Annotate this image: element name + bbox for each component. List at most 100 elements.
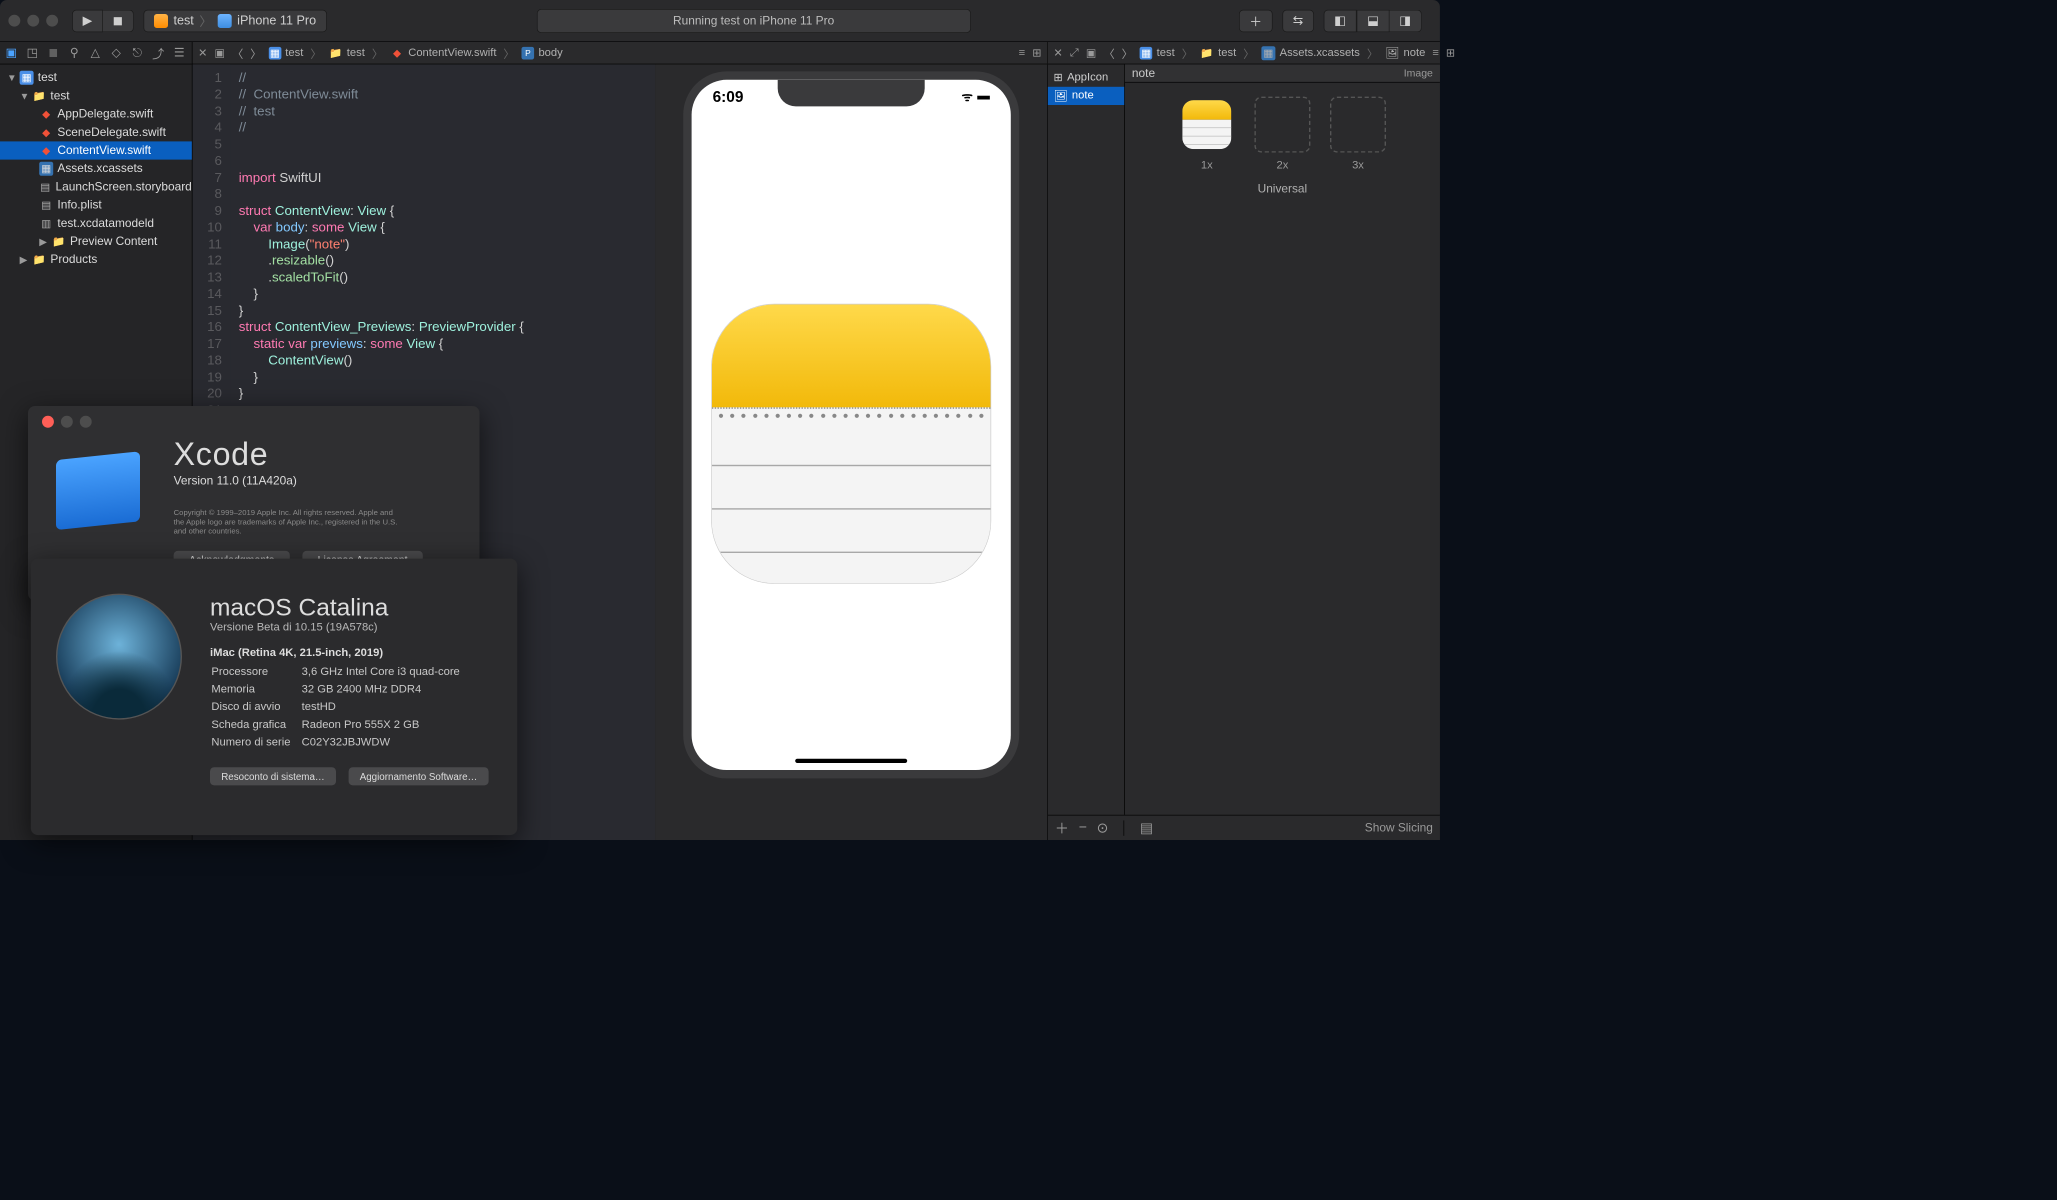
about-copyright: Copyright © 1999–2019 Apple Inc. All rig…	[174, 509, 398, 537]
asset-slot-2x[interactable]: 2x	[1254, 97, 1310, 173]
editor-options-icon[interactable]: ≡	[1432, 47, 1439, 60]
library-button[interactable]: ＋	[1239, 9, 1273, 31]
xcode-app-icon	[42, 435, 154, 540]
run-button[interactable]: ▶	[72, 9, 103, 31]
jumpbar-segment[interactable]: ▦Assets.xcassets	[1261, 46, 1359, 60]
back-icon[interactable]: 〈	[232, 44, 243, 61]
tree-file[interactable]: ◆AppDelegate.swift	[0, 105, 192, 123]
add-asset-icon[interactable]: ＋	[1055, 818, 1069, 838]
tree-file-selected[interactable]: ◆ContentView.swift	[0, 141, 192, 159]
toggle-debug-area-button[interactable]: ⬓	[1357, 9, 1390, 31]
breakpoint-navigator-icon[interactable]: ⤴	[151, 46, 165, 60]
macos-wallpaper-icon	[56, 594, 182, 720]
iphone-frame: 6:09 ᯤ▬	[683, 71, 1019, 778]
asset-outline[interactable]: ⊞AppIcon 🖼note	[1048, 64, 1125, 814]
jumpbar-segment[interactable]: 📁test	[1200, 46, 1236, 60]
spec-row: Processore3,6 GHz Intel Core i3 quad-cor…	[211, 664, 459, 680]
source-control-navigator-icon[interactable]: ◳	[25, 46, 39, 60]
tree-file[interactable]: ▤LaunchScreen.storyboard	[0, 178, 192, 196]
about-this-mac-window[interactable]: macOS Catalina Versione Beta di 10.15 (1…	[31, 559, 518, 836]
stop-button[interactable]: ◼	[103, 9, 134, 31]
forward-icon[interactable]: 〉	[1122, 44, 1133, 61]
focus-icon[interactable]: ⤢	[1070, 47, 1079, 60]
jumpbar-segment[interactable]: 🖼note	[1385, 46, 1425, 60]
jumpbar-segment[interactable]: Pbody	[522, 47, 563, 60]
asset-detail: note Image 1x 2x	[1125, 64, 1440, 814]
window-traffic-lights[interactable]	[8, 15, 58, 27]
close-split-icon[interactable]: ✕	[1054, 46, 1063, 60]
asset-item[interactable]: ⊞AppIcon	[1048, 69, 1124, 87]
asset-slot-3x[interactable]: 3x	[1330, 97, 1386, 173]
related-items-icon[interactable]: ▣	[1086, 46, 1097, 60]
filter-asset-icon[interactable]: ⊙	[1097, 819, 1109, 837]
outline-toggle-icon[interactable]: ▤	[1140, 819, 1153, 837]
asset-item-selected[interactable]: 🖼note	[1048, 87, 1124, 105]
editor-jumpbar[interactable]: ✕ ▣ 〈 〉 ▦test〉 📁test〉 ◆ContentView.swift…	[193, 42, 1048, 64]
scheme-selector[interactable]: test 〉 iPhone 11 Pro	[143, 9, 326, 31]
battery-icon: ▬	[977, 88, 990, 108]
device-icon	[218, 14, 232, 28]
wifi-icon: ᯤ	[961, 88, 973, 108]
minimize-icon[interactable]	[61, 416, 73, 428]
issue-navigator-icon[interactable]: △	[88, 46, 102, 60]
tree-folder[interactable]: ▶📁Preview Content	[0, 232, 192, 250]
mac-model: iMac (Retina 4K, 21.5-inch, 2019)	[210, 647, 492, 660]
navigator-tabs[interactable]: ▣ ◳ ≣ ⚲ △ ◇ ⎋ ⤴ ☰	[0, 42, 192, 64]
about-title: Xcode	[174, 435, 466, 473]
minimize-icon[interactable]	[27, 15, 39, 27]
system-report-button[interactable]: Resoconto di sistema…	[210, 767, 336, 785]
notch	[778, 80, 925, 107]
spec-row: Numero di serieC02Y32JBJWDW	[211, 734, 459, 750]
jumpbar-segment[interactable]: ▦test	[268, 47, 303, 60]
tree-project[interactable]: ▼▦test	[0, 69, 192, 87]
home-indicator	[795, 759, 907, 763]
project-navigator-icon[interactable]: ▣	[4, 46, 18, 60]
toggle-inspector-button[interactable]: ◨	[1389, 9, 1421, 31]
test-navigator-icon[interactable]: ◇	[109, 46, 123, 60]
report-navigator-icon[interactable]: ☰	[172, 46, 186, 60]
about-traffic-lights[interactable]	[42, 416, 452, 428]
status-time: 6:09	[713, 88, 744, 108]
asset-kind: Image	[1404, 67, 1433, 79]
software-update-button[interactable]: Aggiornamento Software…	[348, 767, 488, 785]
close-icon[interactable]	[8, 15, 20, 27]
close-split-icon[interactable]: ✕	[198, 46, 207, 60]
jumpbar-segment[interactable]: 📁test	[329, 46, 365, 60]
tree-group[interactable]: ▼📁test	[0, 87, 192, 105]
preview-canvas[interactable]: 6:09 ᯤ▬	[655, 64, 1047, 840]
debug-navigator-icon[interactable]: ⎋	[130, 46, 144, 60]
related-items-icon[interactable]: ▣	[214, 46, 225, 60]
forward-icon[interactable]: 〉	[250, 44, 261, 61]
os-version: Versione Beta di 10.15 (19A578c)	[210, 622, 492, 635]
find-navigator-icon[interactable]: ⚲	[67, 46, 81, 60]
back-icon[interactable]: 〈	[1103, 44, 1114, 61]
assets-footer: ＋ − ⊙ ▤ Show Slicing	[1048, 815, 1440, 840]
toggle-navigator-button[interactable]: ◧	[1324, 9, 1357, 31]
add-editor-icon[interactable]: ⊞	[1032, 46, 1041, 60]
appicon-icon: ⊞	[1054, 71, 1063, 85]
tree-file[interactable]: ▦Assets.xcassets	[0, 160, 192, 178]
symbol-navigator-icon[interactable]: ≣	[46, 46, 60, 60]
assets-jumpbar[interactable]: ✕ ⤢ ▣ 〈 〉 ▦test〉 📁test〉 ▦Assets.xcassets…	[1048, 42, 1440, 64]
add-editor-icon[interactable]: ⊞	[1446, 46, 1455, 60]
close-icon[interactable]	[42, 416, 54, 428]
scheme-name: test	[173, 13, 193, 28]
tree-file[interactable]: ▥test.xcdatamodeld	[0, 214, 192, 232]
about-version: Version 11.0 (11A420a)	[174, 474, 466, 488]
jumpbar-segment[interactable]: ◆ContentView.swift	[390, 46, 496, 60]
asset-slot-1x[interactable]: 1x	[1179, 97, 1235, 173]
editor-options-icon[interactable]: ≡	[1019, 47, 1026, 60]
spec-row: Disco di avviotestHD	[211, 699, 459, 715]
zoom-icon[interactable]	[46, 15, 58, 27]
tree-file[interactable]: ◆SceneDelegate.swift	[0, 123, 192, 141]
code-review-button[interactable]: ⇆	[1282, 9, 1314, 31]
spec-table: Processore3,6 GHz Intel Core i3 quad-cor…	[210, 662, 461, 752]
jumpbar-segment[interactable]: ▦test	[1140, 47, 1175, 60]
zoom-icon[interactable]	[80, 416, 92, 428]
remove-asset-icon[interactable]: −	[1079, 820, 1087, 836]
show-slicing-button[interactable]: Show Slicing	[1365, 821, 1433, 835]
tree-folder[interactable]: ▶📁Products	[0, 251, 192, 269]
asset-set-label: Universal	[1139, 182, 1426, 196]
tree-file[interactable]: ▤Info.plist	[0, 196, 192, 214]
asset-name: note	[1132, 66, 1155, 80]
